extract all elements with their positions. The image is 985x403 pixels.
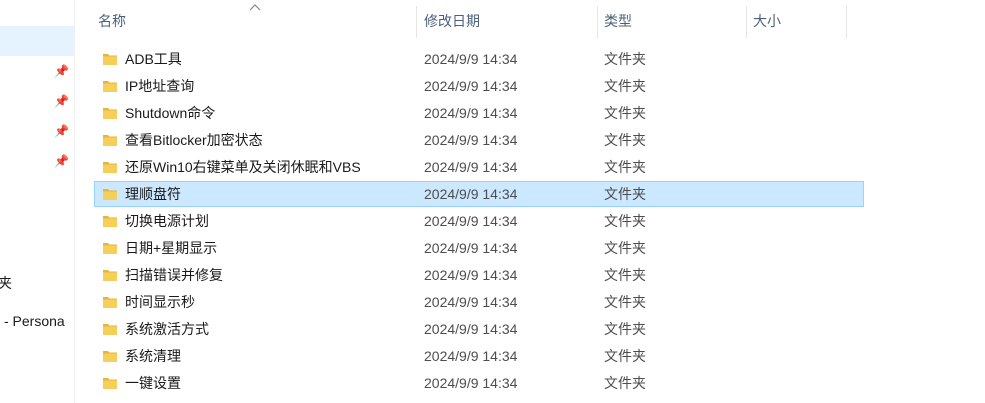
file-type: 文件夹: [604, 78, 646, 94]
file-modified-date: 2024/9/9 14:34: [424, 132, 518, 148]
file-name: 日期+星期显示: [125, 240, 218, 256]
file-row[interactable]: IP地址查询 2024/9/9 14:34 文件夹: [94, 73, 864, 99]
file-row[interactable]: 系统清理 2024/9/9 14:34 文件夹: [94, 343, 864, 369]
file-type: 文件夹: [604, 348, 646, 364]
file-row[interactable]: 日期+星期显示 2024/9/9 14:34 文件夹: [94, 235, 864, 261]
file-name: IP地址查询: [125, 78, 195, 94]
file-name: 还原Win10右键菜单及关闭休眠和VBS: [125, 159, 361, 175]
pin-icon: 📌: [54, 94, 69, 108]
file-name: 切换电源计划: [125, 213, 209, 229]
file-type: 文件夹: [604, 213, 646, 229]
file-modified-date: 2024/9/9 14:34: [424, 267, 518, 283]
folder-icon: [103, 351, 117, 362]
file-name: ADB工具: [125, 51, 182, 67]
file-modified-date: 2024/9/9 14:34: [424, 321, 518, 337]
column-size-header[interactable]: 大小: [753, 0, 781, 38]
file-name: 理顺盘符: [125, 186, 181, 202]
file-row[interactable]: 还原Win10右键菜单及关闭休眠和VBS 2024/9/9 14:34 文件夹: [94, 154, 864, 180]
file-type: 文件夹: [604, 240, 646, 256]
nav-item-selected[interactable]: [0, 26, 74, 56]
file-modified-date: 2024/9/9 14:34: [424, 375, 518, 391]
file-name: 一键设置: [125, 375, 181, 391]
pin-icon: 📌: [54, 154, 69, 168]
file-name: 时间显示秒: [125, 294, 195, 310]
file-type: 文件夹: [604, 375, 646, 391]
file-name: 系统清理: [125, 348, 181, 364]
column-divider[interactable]: [416, 6, 417, 38]
file-name: 系统激活方式: [125, 321, 209, 337]
file-modified-date: 2024/9/9 14:34: [424, 51, 518, 67]
column-type-header[interactable]: 类型: [604, 0, 632, 38]
column-header: 名称 修改日期 类型 大小: [74, 0, 985, 40]
file-type: 文件夹: [604, 294, 646, 310]
file-row[interactable]: 扫描错误并修复 2024/9/9 14:34 文件夹: [94, 262, 864, 288]
file-type: 文件夹: [604, 267, 646, 283]
nav-item-label[interactable]: - Persona: [4, 313, 65, 329]
file-modified-date: 2024/9/9 14:34: [424, 159, 518, 175]
column-divider[interactable]: [846, 6, 847, 38]
column-divider[interactable]: [597, 6, 598, 38]
file-type: 文件夹: [604, 321, 646, 337]
nav-item-label[interactable]: 夹: [0, 273, 12, 293]
file-type: 文件夹: [604, 132, 646, 148]
file-modified-date: 2024/9/9 14:34: [424, 105, 518, 121]
folder-icon: [103, 108, 117, 119]
column-divider[interactable]: [746, 6, 747, 38]
sort-ascending-icon: [249, 4, 261, 11]
file-type: 文件夹: [604, 159, 646, 175]
file-row[interactable]: 一键设置 2024/9/9 14:34 文件夹: [94, 370, 864, 396]
file-list: ADB工具 2024/9/9 14:34 文件夹 IP地址查询 2024/9/9…: [74, 46, 985, 397]
file-modified-date: 2024/9/9 14:34: [424, 213, 518, 229]
navigation-pane[interactable]: 📌 📌 📌 📌 夹 - Persona: [0, 0, 75, 403]
folder-icon: [103, 243, 117, 254]
folder-icon: [103, 216, 117, 227]
folder-icon: [103, 54, 117, 65]
folder-icon: [103, 270, 117, 281]
folder-icon: [103, 81, 117, 92]
column-name-header[interactable]: 名称: [98, 0, 126, 38]
file-row[interactable]: 查看Bitlocker加密状态 2024/9/9 14:34 文件夹: [94, 127, 864, 153]
column-modified-header[interactable]: 修改日期: [424, 0, 480, 38]
file-modified-date: 2024/9/9 14:34: [424, 240, 518, 256]
file-modified-date: 2024/9/9 14:34: [424, 78, 518, 94]
file-modified-date: 2024/9/9 14:34: [424, 186, 518, 202]
folder-icon: [103, 162, 117, 173]
folder-icon: [103, 189, 117, 200]
file-type: 文件夹: [604, 51, 646, 67]
file-name: Shutdown命令: [125, 105, 216, 121]
folder-icon: [103, 324, 117, 335]
file-row[interactable]: 理顺盘符 2024/9/9 14:34 文件夹: [94, 181, 864, 207]
folder-icon: [103, 135, 117, 146]
pin-icon: 📌: [54, 64, 69, 78]
file-modified-date: 2024/9/9 14:34: [424, 348, 518, 364]
file-name: 扫描错误并修复: [125, 267, 223, 283]
file-row[interactable]: Shutdown命令 2024/9/9 14:34 文件夹: [94, 100, 864, 126]
file-type: 文件夹: [604, 105, 646, 121]
file-row[interactable]: 切换电源计划 2024/9/9 14:34 文件夹: [94, 208, 864, 234]
file-type: 文件夹: [604, 186, 646, 202]
pin-icon: 📌: [54, 124, 69, 138]
folder-icon: [103, 297, 117, 308]
file-modified-date: 2024/9/9 14:34: [424, 294, 518, 310]
file-row[interactable]: ADB工具 2024/9/9 14:34 文件夹: [94, 46, 864, 72]
file-name: 查看Bitlocker加密状态: [125, 132, 263, 148]
folder-icon: [103, 378, 117, 389]
file-row[interactable]: 系统激活方式 2024/9/9 14:34 文件夹: [94, 316, 864, 342]
file-row[interactable]: 时间显示秒 2024/9/9 14:34 文件夹: [94, 289, 864, 315]
